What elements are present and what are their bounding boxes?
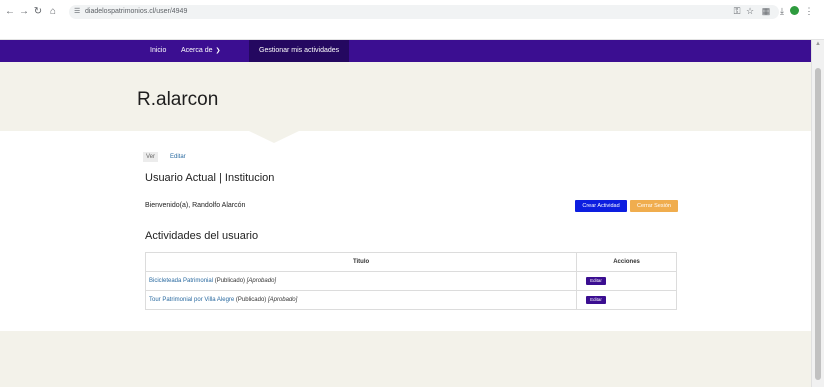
nav-item-gestionar-actividades[interactable]: Gestionar mis actividades (249, 40, 350, 62)
page-scrollbar[interactable]: ▲ (811, 40, 824, 387)
address-bar-url: diadelospatrimonios.cl/user/4949 (85, 8, 188, 15)
page-footer (0, 331, 811, 387)
activity-title-cell: Tour Patrimonial por Villa Alegre (Publi… (144, 290, 578, 310)
download-icon[interactable]: ⤓ (776, 5, 788, 17)
chevron-down-icon: ❯ (215, 48, 221, 54)
scrollbar-thumb[interactable] (815, 68, 821, 380)
tab-editar[interactable]: Editar (167, 152, 189, 162)
bookmark-star-icon[interactable]: ☆ (744, 5, 756, 17)
page-title: R.alarcon (137, 89, 219, 110)
tab-ver[interactable]: Ver (143, 152, 159, 162)
browser-toolbar: ← → ↻ ⌂ ☰ diadelospatrimonios.cl/user/49… (0, 0, 824, 40)
user-header-band: R.alarcon (0, 62, 811, 131)
forward-icon[interactable]: → (18, 6, 30, 18)
edit-activity-button[interactable]: Editar (586, 296, 606, 304)
address-bar[interactable]: ☰ diadelospatrimonios.cl/user/4949 (69, 5, 779, 19)
activity-link[interactable]: Tour Patrimonial por Villa Alegre (149, 297, 234, 303)
activity-approval: [Aprobado] (246, 278, 277, 284)
create-activity-button[interactable]: Crear Actividad (575, 200, 627, 212)
site-settings-icon[interactable]: ☰ (74, 5, 80, 19)
activity-actions-cell: Editar (576, 290, 677, 310)
activity-link[interactable]: Bicicleteada Patrimonial (149, 278, 213, 284)
table-row: Bicicleteada Patrimonial (Publicado) [Ap… (144, 271, 677, 291)
column-header-title: Titulo (144, 252, 578, 272)
activities-table: Titulo Acciones Bicicleteada Patrimonial… (144, 252, 677, 310)
header-arrow-decoration (249, 131, 299, 143)
key-icon[interactable]: ⚿ (731, 5, 743, 17)
activity-status: (Publicado) (234, 297, 268, 303)
extensions-icon[interactable]: ▦ (760, 5, 772, 17)
activity-actions-cell: Editar (576, 271, 677, 291)
menu-kebab-icon[interactable]: ⋮ (803, 5, 815, 17)
table-row: Tour Patrimonial por Villa Alegre (Publi… (144, 290, 677, 310)
edit-activity-button[interactable]: Editar (586, 277, 606, 285)
user-section-title: Usuario Actual | Institucion (145, 172, 275, 184)
logout-button[interactable]: Cerrar Sesión (630, 200, 678, 212)
welcome-message: Bienvenido(a), Randolfo Alarcón (145, 202, 246, 209)
profile-avatar-icon[interactable] (790, 6, 799, 15)
back-icon[interactable]: ← (4, 6, 16, 18)
scroll-up-icon[interactable]: ▲ (815, 41, 821, 47)
column-header-actions: Acciones (576, 252, 677, 272)
nav-item-acerca-de[interactable]: Acerca de ❯ (171, 40, 231, 62)
activity-status: (Publicado) (213, 278, 247, 284)
table-header-row: Titulo Acciones (144, 252, 677, 272)
activity-approval: [Aprobado] (267, 297, 298, 303)
home-icon[interactable]: ⌂ (47, 6, 59, 18)
main-navigation: Inicio Acerca de ❯ Gestionar mis activida… (0, 40, 811, 62)
activities-section-title: Actividades del usuario (145, 230, 259, 242)
reload-icon[interactable]: ↻ (32, 6, 44, 18)
activity-title-cell: Bicicleteada Patrimonial (Publicado) [Ap… (144, 271, 578, 291)
